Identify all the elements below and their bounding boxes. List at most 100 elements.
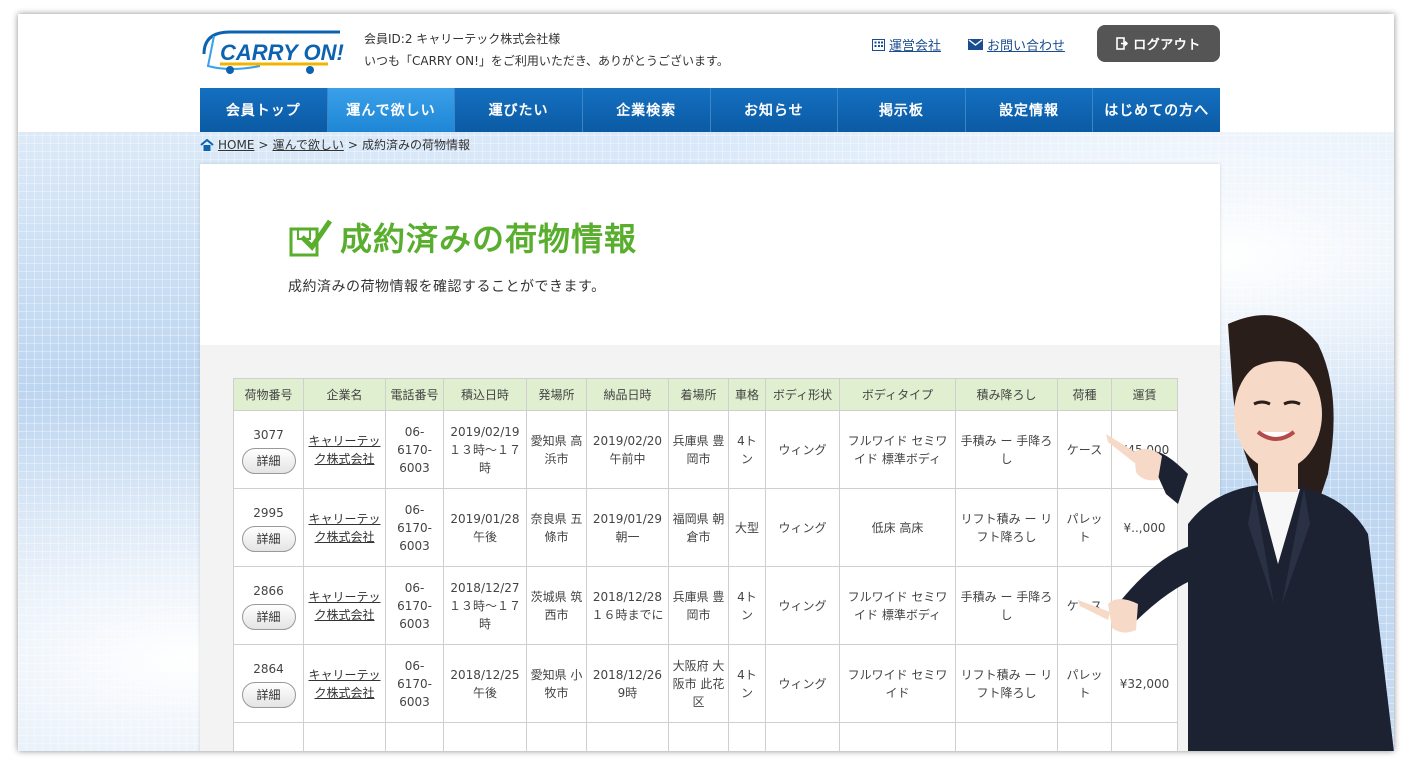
cell-body-type [839,722,956,751]
cell-shipment-id: 3077 詳細 [233,410,304,489]
company-link[interactable]: キャリーテック株式会社 [308,512,380,544]
cell-company: キャリーテック株式会社 [303,488,386,567]
cell-phone: 06-6170-6003 [385,644,444,723]
shipment-id: 2995 [253,505,284,520]
cell-size: 4トン [728,644,766,723]
cell-from: 奈良県 五條市 [526,488,587,567]
page-description: 成約済みの荷物情報を確認することができます。 [288,279,606,295]
building-icon [872,38,885,51]
logo-text: CARRY ON! [220,40,344,65]
logout-button[interactable]: ログアウト [1097,25,1220,62]
col-header[interactable]: 納品日時 [586,378,669,411]
cell-company: キャリーテック株式会社 [303,410,386,489]
cell-load [443,722,527,751]
col-header[interactable]: 電話番号 [385,378,444,411]
nav-item-news[interactable]: お知らせ [710,88,839,132]
col-header[interactable]: ボディ形状 [765,378,840,411]
col-header[interactable]: 荷物番号 [233,378,304,411]
greeting-text: いつも「CARRY ON!」をご利用いただき、ありがとうございます。 [364,54,729,68]
company-link[interactable]: キャリーテック株式会社 [308,590,380,622]
cell-shipment-id: 2864 詳細 [233,644,304,723]
col-header[interactable]: ボディタイプ [839,378,956,411]
company-link[interactable]: キャリーテック株式会社 [308,668,380,700]
cell-delivery: 2018/12/26 9時 [586,644,669,723]
carry-on-logo[interactable]: CARRY ON! [200,26,344,76]
cell-handling: 手積み ー 手降ろし [955,566,1058,645]
nav-item-settings[interactable]: 設定情報 [965,88,1094,132]
home-icon [200,138,214,151]
content-panel: 成約済みの荷物情報 成約済みの荷物情報を確認することができます。 荷物番号 企業… [200,164,1220,751]
shipment-id: 3077 [253,427,284,442]
col-header[interactable]: 積込日時 [443,378,527,411]
shipment-table: 荷物番号 企業名 電話番号 積込日時 発場所 納品日時 着場所 車格 ボディ形状… [233,378,1178,751]
cell-to: 大阪府 大阪市 此花区 [668,644,729,723]
col-header[interactable]: 発場所 [526,378,587,411]
cell-handling: 手積み ー 手降ろし [955,410,1058,489]
cell-size: 大型 [728,488,766,567]
support-woman-illustration [1078,315,1394,751]
breadcrumb-separator: > [258,137,269,152]
main-nav: 会員トップ 運んで欲しい 運びたい 企業検索 お知らせ 掲示板 設定情報 はじめ… [200,88,1220,132]
table-header-row: 荷物番号 企業名 電話番号 積込日時 発場所 納品日時 着場所 車格 ボディ形状… [233,378,1178,411]
cell-size [728,722,766,751]
cell-body-shape: ウィング [765,410,840,489]
cell-shipment-id: 2863 [233,722,304,751]
cell-to: 福岡県 朝倉市 [668,488,729,567]
company-link[interactable]: 運営会社 [872,35,941,54]
company-link[interactable]: キャリーテック株式会社 [308,434,380,466]
cell-from: 愛知県 小牧市 [526,644,587,723]
shipment-id: 2866 [253,583,284,598]
cell-to: 兵庫県 豊岡市 [668,566,729,645]
cell-handling: リフト積み ー リフト降ろし [955,488,1058,567]
col-header[interactable]: 積み降ろし [955,378,1058,411]
page-title: 成約済みの荷物情報 [340,220,638,258]
company-link-label: 運営会社 [889,39,942,54]
table-row: 2866 詳細 キャリーテック株式会社 06-6170-6003 2018/12/27 … [233,566,1178,645]
cell-from: 茨城県 筑西市 [526,566,587,645]
table-row: 3077 詳細 キャリーテック株式会社 06-6170-6003 2019/02/19 … [233,410,1178,489]
logout-label: ログアウト [1133,38,1201,53]
contact-link-label: お問い合わせ [987,39,1066,54]
detail-button[interactable]: 詳細 [241,525,296,552]
cell-load: 2019/01/28 午後 [443,488,527,567]
breadcrumb-home[interactable]: HOME [218,138,254,152]
breadcrumb-parent[interactable]: 運んで欲しい [272,136,343,153]
breadcrumb: HOME > 運んで欲しい > 成約済みの荷物情報 [200,136,470,153]
cell-body-shape: ウィング [765,488,840,567]
nav-item-beginners[interactable]: はじめての方へ [1093,88,1220,132]
col-header[interactable]: 着場所 [668,378,729,411]
detail-button[interactable]: 詳細 [241,603,296,630]
nav-item-member-top[interactable]: 会員トップ [200,88,328,132]
col-header[interactable]: 企業名 [303,378,386,411]
browser-frame: CARRY ON! 会員ID:2 キャリーテック株式会社様 いつも「CARRY … [18,14,1394,751]
cell-phone: 06- [385,722,444,751]
cell-body-shape: ウィング [765,644,840,723]
cell-phone: 06-6170-6003 [385,566,444,645]
member-id-text: 会員ID:2 キャリーテック株式会社様 [364,32,561,46]
cell-phone: 06-6170-6003 [385,488,444,567]
detail-button[interactable]: 詳細 [241,447,296,474]
logout-icon [1116,37,1129,50]
cell-company: キャリーテック株式会社 [303,644,386,723]
cell-body-shape: ウィング [765,566,840,645]
cell-shipment-id: 2866 詳細 [233,566,304,645]
nav-item-bulletin-board[interactable]: 掲示板 [838,88,966,132]
col-header[interactable]: 車格 [728,378,766,411]
nav-item-want-to-carry[interactable]: 運びたい [455,88,583,132]
detail-button[interactable]: 詳細 [241,681,296,708]
cell-company: キャリーテック株式会社 [303,566,386,645]
contact-link[interactable]: お問い合わせ [968,35,1065,54]
package-check-icon [289,219,332,257]
mail-icon [968,39,983,50]
nav-item-want-delivery[interactable]: 運んで欲しい [327,88,456,132]
cell-handling [955,722,1058,751]
breadcrumb-separator: > [347,137,358,152]
nav-item-company-search[interactable]: 企業検索 [582,88,711,132]
cell-to: 愛知県 [668,722,729,751]
cell-load: 2018/12/27 １３時～１７時 [443,566,527,645]
cell-delivery: 2019/02/20 午前中 [586,410,669,489]
table-row: 2864 詳細 キャリーテック株式会社 06-6170-6003 2018/12/25 … [233,644,1178,723]
cell-load: 2018/12/25 午後 [443,644,527,723]
site-header: CARRY ON! 会員ID:2 キャリーテック株式会社様 いつも「CARRY … [18,14,1394,88]
cell-company: キャリーテ [303,722,386,751]
